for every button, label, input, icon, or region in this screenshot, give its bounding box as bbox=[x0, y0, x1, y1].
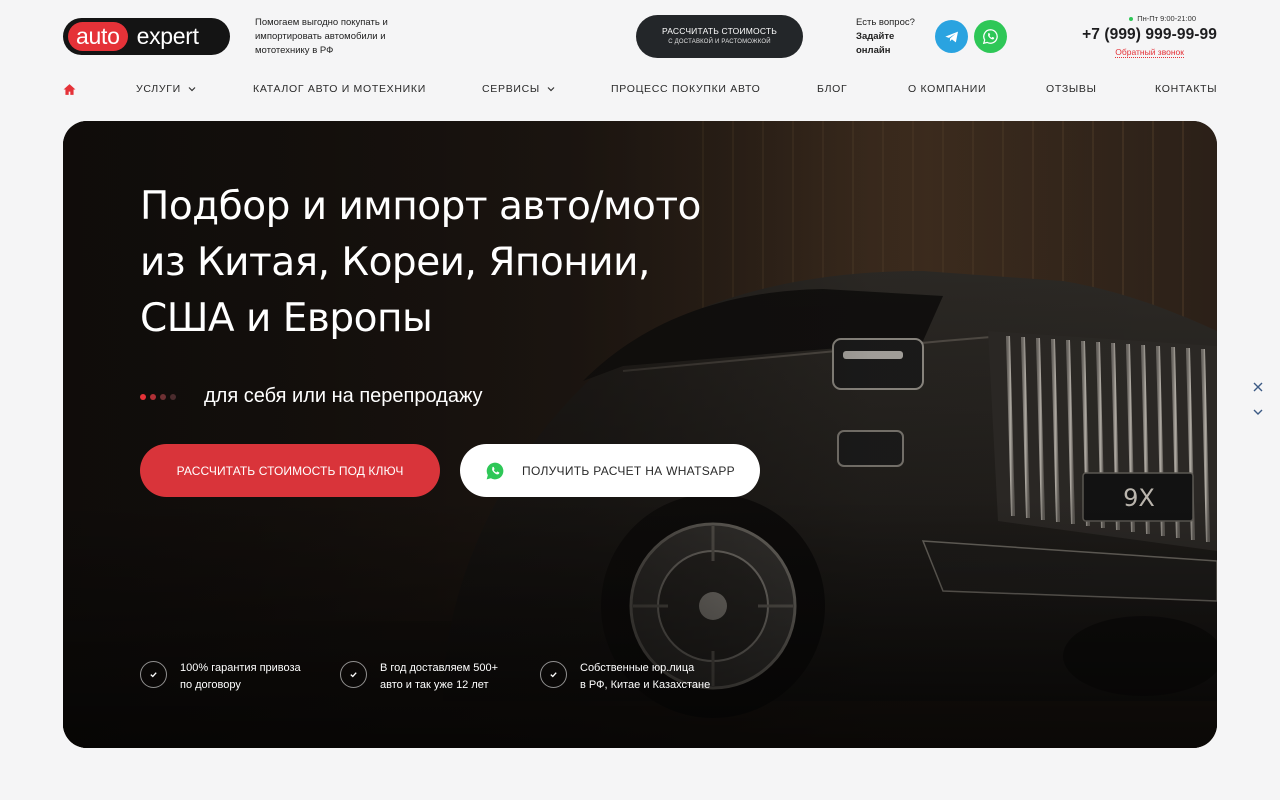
chevron-down-icon bbox=[188, 87, 196, 92]
nav-item-label: УСЛУГИ bbox=[136, 83, 181, 95]
nav-item-blog[interactable]: БЛОГ bbox=[817, 83, 847, 95]
calculate-turnkey-button[interactable]: РАССЧИТАТЬ СТОИМОСТЬ ПОД КЛЮЧ bbox=[140, 444, 440, 497]
online-status-dot bbox=[1129, 16, 1134, 21]
working-hours-text: Пн-Пт 9:00-21:00 bbox=[1137, 14, 1196, 23]
feature-guarantee: 100% гарантия привоза по договору bbox=[140, 661, 301, 694]
side-widget-collapse[interactable] bbox=[1252, 405, 1264, 423]
header-tagline: Помогаем выгодно покупать и импортироват… bbox=[255, 17, 388, 56]
ask-question-line2: Задайте bbox=[856, 31, 895, 42]
telegram-button[interactable] bbox=[935, 20, 968, 53]
calculate-cost-button[interactable]: РАССЧИТАТЬ СТОИМОСТЬ С ДОСТАВКОЙ И РАСТО… bbox=[636, 15, 803, 58]
ask-question-line3: онлайн bbox=[856, 45, 891, 56]
nav-item-catalog[interactable]: КАТАЛОГ АВТО И МОТЕХНИКИ bbox=[253, 83, 426, 95]
nav-item-label: СЕРВИСЫ bbox=[482, 83, 540, 95]
feature-text-line1: 100% гарантия привоза bbox=[180, 662, 301, 674]
logo-auto-text: auto bbox=[68, 22, 128, 51]
nav-item-services[interactable]: УСЛУГИ bbox=[136, 83, 196, 95]
main-nav: УСЛУГИ КАТАЛОГ АВТО И МОТЕХНИКИ СЕРВИСЫ … bbox=[0, 83, 1280, 99]
nav-item-label: БЛОГ bbox=[817, 83, 848, 95]
feature-text-line2: по договору bbox=[180, 679, 241, 691]
phone-number[interactable]: +7 (999) 999-99-99 bbox=[1082, 26, 1217, 44]
nav-item-about[interactable]: О КОМПАНИИ bbox=[908, 83, 986, 95]
hero-title-line1: Подбор и импорт авто/мото bbox=[140, 184, 701, 229]
nav-item-contacts[interactable]: КОНТАКТЫ bbox=[1155, 83, 1217, 95]
nav-item-purchase-process[interactable]: ПРОЦЕСС ПОКУПКИ АВТО bbox=[611, 83, 761, 95]
feature-delivery-volume: В год доставляем 500+ авто и так уже 12 … bbox=[340, 661, 498, 694]
callback-link[interactable]: Обратный звонок bbox=[1115, 47, 1184, 58]
feature-text-line1: Собственные юр.лица bbox=[580, 662, 695, 674]
telegram-icon bbox=[944, 31, 958, 42]
ask-question-line1: Есть вопрос? bbox=[856, 17, 915, 28]
whatsapp-icon bbox=[982, 29, 998, 45]
whatsapp-quote-button-label: ПОЛУЧИТЬ РАСЧЕТ НА WHATSAPP bbox=[522, 463, 735, 478]
check-icon bbox=[140, 661, 167, 688]
rotator-dot bbox=[150, 394, 156, 400]
nav-item-label: ОТЗЫВЫ bbox=[1046, 83, 1097, 95]
rotator-dot bbox=[160, 394, 166, 400]
check-icon bbox=[340, 661, 367, 688]
close-icon bbox=[1253, 382, 1263, 392]
whatsapp-quote-button[interactable]: ПОЛУЧИТЬ РАСЧЕТ НА WHATSAPP bbox=[460, 444, 760, 497]
nav-item-reviews[interactable]: ОТЗЫВЫ bbox=[1046, 83, 1097, 95]
calculate-cost-button-label: РАССЧИТАТЬ СТОИМОСТЬ bbox=[661, 26, 778, 36]
nav-item-services-tools[interactable]: СЕРВИСЫ bbox=[482, 83, 555, 95]
whatsapp-button[interactable] bbox=[974, 20, 1007, 53]
chevron-down-icon bbox=[1253, 409, 1263, 415]
rotator-indicator bbox=[140, 394, 176, 400]
calculate-cost-button-sublabel: С ДОСТАВКОЙ И РАСТОМОЖКОЙ bbox=[668, 39, 771, 45]
hero-banner: 9X Подбор и импорт авто/мото из Китая, К… bbox=[63, 121, 1217, 748]
working-hours: Пн-Пт 9:00-21:00 bbox=[1129, 14, 1196, 23]
ask-question-block: Есть вопрос? Задайте онлайн bbox=[856, 16, 915, 58]
feature-text-line2: авто и так уже 12 лет bbox=[380, 679, 489, 691]
nav-item-label: КАТАЛОГ АВТО И МОТЕХНИКИ bbox=[253, 83, 426, 95]
feature-text-line2: в РФ, Китае и Казахстане bbox=[580, 679, 711, 691]
logo[interactable]: auto expert bbox=[63, 18, 230, 55]
check-icon bbox=[540, 661, 567, 688]
nav-item-label: КОНТАКТЫ bbox=[1155, 83, 1218, 95]
feature-text-line1: В год доставляем 500+ bbox=[380, 662, 499, 674]
hero-title-line3: США и Европы bbox=[140, 296, 433, 341]
whatsapp-icon bbox=[486, 462, 504, 479]
hero-rotator-text: для себя или на перепродажу bbox=[204, 385, 483, 407]
rotator-dot-active bbox=[140, 394, 146, 400]
hero-title: Подбор и импорт авто/мото из Китая, Коре… bbox=[140, 179, 760, 347]
chevron-down-icon bbox=[547, 87, 555, 92]
nav-item-label: ПРОЦЕСС ПОКУПКИ АВТО bbox=[611, 83, 761, 95]
feature-legal-entities: Собственные юр.лица в РФ, Китае и Казахс… bbox=[540, 661, 710, 694]
nav-item-label: О КОМПАНИИ bbox=[908, 83, 987, 95]
rotator-dot bbox=[170, 394, 176, 400]
logo-expert-text: expert bbox=[136, 23, 199, 49]
side-widget-close[interactable] bbox=[1252, 380, 1264, 398]
hero-title-line2: из Китая, Кореи, Японии, bbox=[140, 240, 650, 285]
